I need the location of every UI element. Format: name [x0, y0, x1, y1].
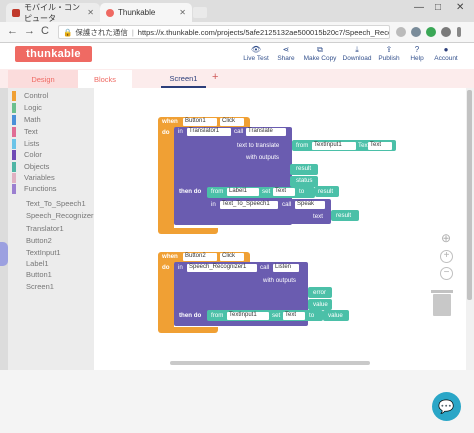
close-tab-icon[interactable]: ✕ — [87, 8, 94, 17]
thunkable-favicon-icon — [106, 8, 114, 17]
tab-screen1[interactable]: Screen1 — [161, 70, 206, 88]
component-screen1[interactable]: Screen1 — [26, 282, 54, 291]
outputs-label: with outputs — [263, 277, 297, 284]
then-do-keyword: then do — [179, 312, 202, 319]
horizontal-scrollbar[interactable] — [170, 361, 370, 365]
thunkable-logo[interactable]: thunkable — [15, 46, 92, 62]
browser-tab-1[interactable]: モバイル・コンピュータ ✕ — [6, 2, 100, 23]
recognizer-dropdown[interactable]: Speech_Recognizer1 — [187, 264, 257, 272]
page-footer-area — [0, 370, 474, 433]
property-dropdown[interactable]: Text — [273, 188, 295, 196]
component-textinput1[interactable]: TextInput1 — [26, 248, 61, 257]
event-dropdown[interactable]: Click — [220, 253, 244, 261]
tab-design[interactable]: Design — [8, 70, 78, 88]
textinput-dropdown[interactable]: TextInput1 — [312, 142, 356, 150]
add-screen-button[interactable]: + — [212, 71, 218, 83]
category-lists[interactable]: Lists — [12, 138, 92, 149]
new-tab-button[interactable] — [193, 7, 207, 18]
category-color[interactable]: Color — [12, 149, 92, 160]
trash-lid — [431, 290, 453, 293]
when-keyword: when — [162, 253, 178, 260]
translator-dropdown[interactable]: Translator1 — [187, 128, 231, 136]
account-button[interactable]: ● Account — [426, 45, 466, 62]
component-translator1[interactable]: Translator1 — [26, 224, 64, 233]
back-icon[interactable]: ← — [7, 25, 18, 37]
tts-dropdown[interactable]: Text_To_Speech1 — [220, 201, 278, 209]
bookmark-star-icon[interactable] — [396, 27, 406, 37]
category-text[interactable]: Text — [12, 126, 92, 137]
category-objects[interactable]: Objects — [12, 161, 92, 172]
do-keyword: do — [162, 264, 170, 271]
address-bar[interactable]: 🔒 保護された通信 | https://x.thunkable.com/proj… — [58, 25, 390, 39]
lock-icon: 🔒 — [63, 27, 73, 37]
zoom-out-icon[interactable]: − — [440, 267, 453, 280]
copy-icon: ⧉ — [317, 45, 323, 54]
security-label: 保護された通信 — [75, 27, 128, 37]
browser-tab-title: モバイル・コンピュータ — [24, 2, 80, 23]
extension-icon[interactable] — [411, 27, 421, 37]
property-dropdown[interactable]: Text — [368, 142, 392, 150]
category-logic[interactable]: Logic — [12, 102, 92, 113]
menu-kebab-icon[interactable] — [457, 27, 461, 37]
tab-blocks[interactable]: Blocks — [78, 70, 132, 88]
minimize-icon[interactable]: — — [414, 2, 424, 13]
category-variables[interactable]: Variables — [12, 172, 92, 183]
outputs-label: with outputs — [246, 154, 280, 161]
method-dropdown[interactable]: Listen — [273, 264, 299, 272]
component-label1[interactable]: Label1 — [26, 259, 49, 268]
param-label: text to translate — [237, 142, 280, 149]
category-functions[interactable]: Functions — [12, 183, 92, 194]
chat-icon[interactable]: 💬 — [432, 392, 461, 421]
extension-icon[interactable] — [441, 27, 451, 37]
make-copy-button[interactable]: ⧉ Make Copy — [300, 45, 340, 62]
extension-icon[interactable] — [426, 27, 436, 37]
when-keyword: when — [162, 118, 178, 125]
close-tab-icon[interactable]: ✕ — [179, 8, 186, 17]
then-do-keyword: then do — [179, 188, 202, 195]
component-button2[interactable]: Button2 — [26, 236, 52, 245]
center-workspace-icon[interactable]: ⊕ — [439, 231, 453, 245]
reload-icon[interactable]: C — [41, 25, 49, 37]
account-icon: ● — [443, 45, 449, 54]
trash-icon[interactable] — [433, 294, 451, 316]
param-label: text — [313, 213, 323, 220]
event-dropdown[interactable]: Click — [220, 118, 244, 126]
category-math[interactable]: Math — [12, 114, 92, 125]
button-dropdown[interactable]: Button2 — [183, 253, 217, 261]
vertical-scrollbar-thumb[interactable] — [467, 90, 472, 300]
component-text-to-speech1[interactable]: Text_To_Speech1 — [26, 199, 86, 208]
do-keyword: do — [162, 129, 170, 136]
maximize-icon[interactable]: □ — [435, 2, 441, 13]
site-favicon-icon — [12, 8, 20, 17]
component-speech-recognizer1[interactable]: Speech_Recognizer1 — [26, 211, 98, 220]
url-text: https://x.thunkable.com/projects/5afe212… — [137, 27, 390, 37]
close-window-icon[interactable]: ✕ — [456, 2, 464, 13]
method-dropdown[interactable]: Speak — [295, 201, 325, 209]
button-dropdown[interactable]: Button1 — [183, 118, 217, 126]
component-button1[interactable]: Button1 — [26, 270, 52, 279]
zoom-in-icon[interactable]: + — [440, 250, 453, 263]
browser-tab-title: Thunkable — [118, 8, 156, 17]
browser-tab-2[interactable]: Thunkable ✕ — [100, 3, 192, 22]
palette-collapse-handle[interactable] — [0, 242, 8, 266]
property-dropdown[interactable]: Text — [283, 312, 305, 320]
method-dropdown[interactable]: Translate — [246, 128, 286, 136]
textinput-dropdown[interactable]: TextInput1 — [227, 312, 269, 320]
forward-icon[interactable]: → — [24, 25, 35, 37]
label-dropdown[interactable]: Label1 — [227, 188, 259, 196]
category-control[interactable]: Control — [12, 90, 92, 101]
